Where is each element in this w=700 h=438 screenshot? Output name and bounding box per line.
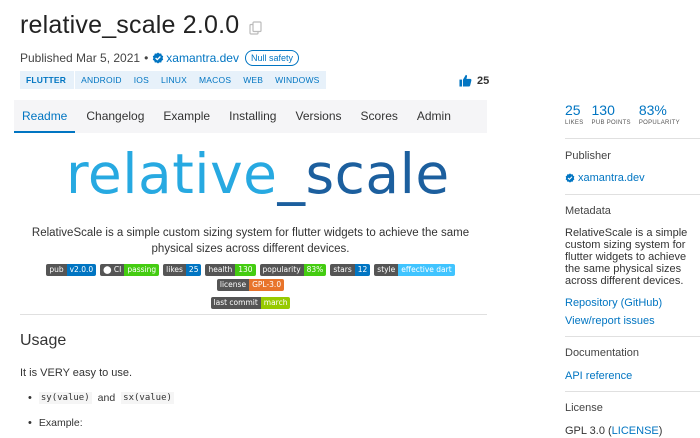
- documentation-heading: Documentation: [565, 347, 639, 359]
- sidebar-divider: [565, 336, 700, 337]
- sidebar-divider: [565, 138, 700, 139]
- null-safety-badge[interactable]: Null safety: [244, 50, 300, 66]
- badge-stars[interactable]: stars 12: [330, 264, 371, 276]
- tag-linux[interactable]: LINUX: [155, 71, 193, 89]
- sidebar-publisher-link[interactable]: xamantra.dev: [565, 172, 645, 184]
- badge-pub[interactable]: pub v2.0.0: [46, 264, 97, 276]
- tab-changelog[interactable]: Changelog: [78, 100, 152, 133]
- tag-flutter[interactable]: FLUTTER: [20, 71, 76, 89]
- copy-icon[interactable]: [249, 20, 263, 35]
- detail-tabs: Readme Changelog Example Installing Vers…: [14, 100, 487, 133]
- usage-heading: Usage: [20, 332, 67, 349]
- publisher-link[interactable]: xamantra.dev: [166, 51, 239, 65]
- badge-popularity[interactable]: popularity 83%: [259, 264, 327, 276]
- tab-installing[interactable]: Installing: [221, 100, 284, 133]
- badge-license[interactable]: license GPL-3.0: [216, 279, 285, 291]
- tag-macos[interactable]: MACOS: [193, 71, 237, 89]
- thumbs-up-icon: [459, 74, 472, 87]
- publisher-heading: Publisher: [565, 150, 611, 162]
- code-sy: sy(value): [38, 392, 92, 404]
- separator-dot: •: [144, 51, 149, 65]
- usage-list: sy(value) and sx(value) Example:: [28, 392, 174, 438]
- example-label: Example:: [38, 417, 83, 429]
- sidebar-divider: [565, 391, 700, 392]
- tab-readme[interactable]: Readme: [14, 100, 76, 133]
- license-link[interactable]: LICENSE: [612, 425, 659, 437]
- publish-info: Published Mar 5, 2021 • xamantra.dev Nul…: [20, 50, 300, 66]
- published-date: Published Mar 5, 2021: [20, 51, 141, 65]
- package-header: relative_scale 2.0.0: [20, 11, 263, 40]
- tab-scores[interactable]: Scores: [353, 100, 406, 133]
- tab-admin[interactable]: Admin: [409, 100, 459, 133]
- badge-style[interactable]: style effective dart: [374, 264, 455, 276]
- tag-windows[interactable]: WINDOWS: [269, 71, 325, 89]
- license-heading: License: [565, 402, 603, 414]
- tab-example[interactable]: Example: [155, 100, 218, 133]
- api-reference-link[interactable]: API reference: [565, 370, 632, 382]
- readme-description: RelativeScale is a simple custom sizing …: [31, 227, 470, 255]
- issues-link[interactable]: View/report issues: [565, 315, 655, 327]
- license-text: GPL 3.0 (LICENSE): [565, 425, 663, 437]
- github-icon: ⬤: [103, 265, 114, 274]
- tag-ios[interactable]: IOS: [128, 71, 155, 89]
- logo-underscore: _: [277, 142, 306, 206]
- likes-count: 25: [477, 74, 490, 87]
- sidebar-divider: [565, 194, 700, 195]
- metadata-text: RelativeScale is a simple custom sizing …: [565, 227, 688, 287]
- readme-logo: relative_scale: [66, 142, 450, 206]
- stat-pub-points: 130 PUB POINTS: [591, 102, 631, 126]
- badge-ci[interactable]: ⬤ CI passing: [100, 264, 160, 276]
- score-stats[interactable]: 25 LIKES 130 PUB POINTS 83% POPULARITY: [565, 102, 688, 126]
- tab-versions[interactable]: Versions: [287, 100, 349, 133]
- logo-part1: relative: [66, 142, 278, 206]
- code-sx: sx(value): [121, 392, 174, 404]
- badge-last-commit[interactable]: last commit march: [210, 297, 291, 309]
- list-item: sy(value) and sx(value): [28, 392, 174, 404]
- verified-publisher-icon: [153, 52, 164, 64]
- usage-text: It is VERY easy to use.: [20, 367, 133, 379]
- tag-android[interactable]: ANDROID: [75, 71, 128, 89]
- metadata-heading: Metadata: [565, 205, 611, 217]
- and-text: and: [97, 392, 116, 404]
- logo-part2: scale: [305, 142, 450, 206]
- verified-publisher-icon: [565, 173, 575, 183]
- platform-tags: FLUTTER ANDROID IOS LINUX MACOS WEB WIND…: [20, 71, 326, 89]
- tag-web[interactable]: WEB: [237, 71, 269, 89]
- repository-link[interactable]: Repository (GitHub): [565, 297, 662, 309]
- badge-likes[interactable]: likes 25: [163, 264, 202, 276]
- list-item: Example:: [28, 417, 174, 429]
- stat-popularity: 83% POPULARITY: [638, 102, 680, 126]
- like-button[interactable]: 25: [459, 74, 489, 87]
- stat-likes: 25 LIKES: [565, 102, 584, 126]
- readme-badges: pub v2.0.0 ⬤ CI passing likes 25 health 130 …: [14, 264, 487, 309]
- badge-health[interactable]: health 130: [205, 264, 256, 276]
- package-title: relative_scale 2.0.0: [20, 11, 240, 39]
- readme-divider: [20, 314, 487, 315]
